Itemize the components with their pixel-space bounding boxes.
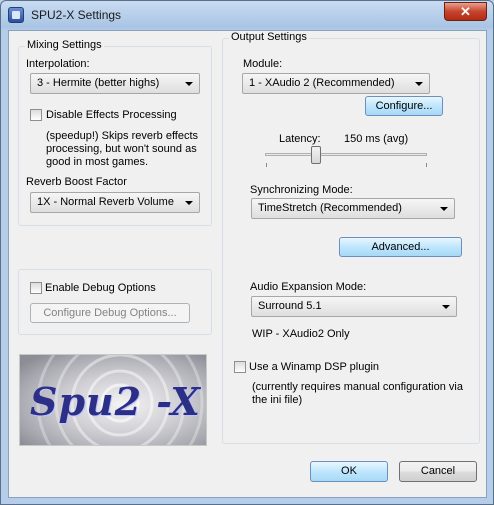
configure-debug-button[interactable]: Configure Debug Options... [30,303,190,323]
audio-expansion-value: Surround 5.1 [258,300,322,312]
winamp-dsp-label[interactable]: Use a Winamp DSP plugin [249,361,379,373]
module-value: 1 - XAudio 2 (Recommended) [249,77,395,89]
interpolation-select[interactable]: 3 - Hermite (better highs) [30,73,200,94]
wip-note: WIP - XAudio2 Only [252,328,350,340]
audio-expansion-label: Audio Expansion Mode: [250,281,367,293]
advanced-label: Advanced... [371,241,430,253]
debug-group [18,269,212,335]
interpolation-value: 3 - Hermite (better highs) [37,77,160,89]
module-label: Module: [243,58,283,70]
latency-slider-thumb[interactable] [311,146,321,164]
spu2x-logo: Spu2 -X [19,354,207,446]
ok-button[interactable]: OK [310,461,388,482]
output-settings-title: Output Settings [229,31,309,43]
latency-value: 150 ms (avg) [344,133,409,145]
dialog-body: Mixing Settings Interpolation: 3 - Hermi… [8,30,487,498]
chevron-down-icon [440,207,448,211]
effects-note-line-1: (speedup!) Skips reverb effects [46,130,199,142]
effects-note-line-3: good in most games. [46,156,149,168]
cancel-label: Cancel [420,465,456,477]
latency-slider-track [265,153,427,156]
disable-effects-checkbox[interactable] [30,109,42,121]
sync-mode-value: TimeStretch (Recommended) [258,202,402,214]
latency-slider[interactable] [263,146,431,168]
reverb-boost-select[interactable]: 1X - Normal Reverb Volume [30,192,200,213]
advanced-button[interactable]: Advanced... [339,237,462,257]
reverb-boost-label: Reverb Boost Factor [26,176,127,188]
chevron-down-icon [442,305,450,309]
window-title: SPU2-X Settings [31,8,122,22]
interpolation-label: Interpolation: [26,58,90,70]
chevron-down-icon [185,82,193,86]
sync-mode-select[interactable]: TimeStretch (Recommended) [251,198,455,219]
reverb-boost-value: 1X - Normal Reverb Volume [37,196,174,208]
close-button[interactable]: ✕ [444,2,487,21]
winamp-dsp-checkbox[interactable] [234,361,246,373]
latency-tick [266,163,267,167]
logo-text: Spu2 -X [30,379,201,424]
audio-expansion-select[interactable]: Surround 5.1 [251,296,457,317]
mixing-settings-title: Mixing Settings [25,39,104,51]
effects-note-line-2: processing, but won't sound as [46,143,197,155]
module-configure-button[interactable]: Configure... [365,96,443,116]
configure-debug-label: Configure Debug Options... [43,307,177,319]
app-icon [8,7,24,23]
chevron-down-icon [415,82,423,86]
latency-label: Latency: [279,133,321,145]
sync-mode-label: Synchronizing Mode: [250,184,353,196]
module-configure-label: Configure... [375,100,433,112]
latency-tick [426,163,427,167]
disable-effects-label[interactable]: Disable Effects Processing [46,109,177,121]
winamp-note-line-1: (currently requires manual configuration… [252,381,463,393]
enable-debug-label[interactable]: Enable Debug Options [45,282,156,294]
enable-debug-checkbox[interactable] [30,282,42,294]
chevron-down-icon [185,201,193,205]
winamp-note-line-2: the ini file) [252,394,303,406]
ok-label: OK [341,465,357,477]
title-bar[interactable]: SPU2-X Settings ✕ [1,1,493,29]
settings-window: SPU2-X Settings ✕ Mixing Settings Interp… [0,0,494,505]
module-select[interactable]: 1 - XAudio 2 (Recommended) [242,73,430,94]
cancel-button[interactable]: Cancel [399,461,477,482]
close-icon: ✕ [460,4,471,19]
